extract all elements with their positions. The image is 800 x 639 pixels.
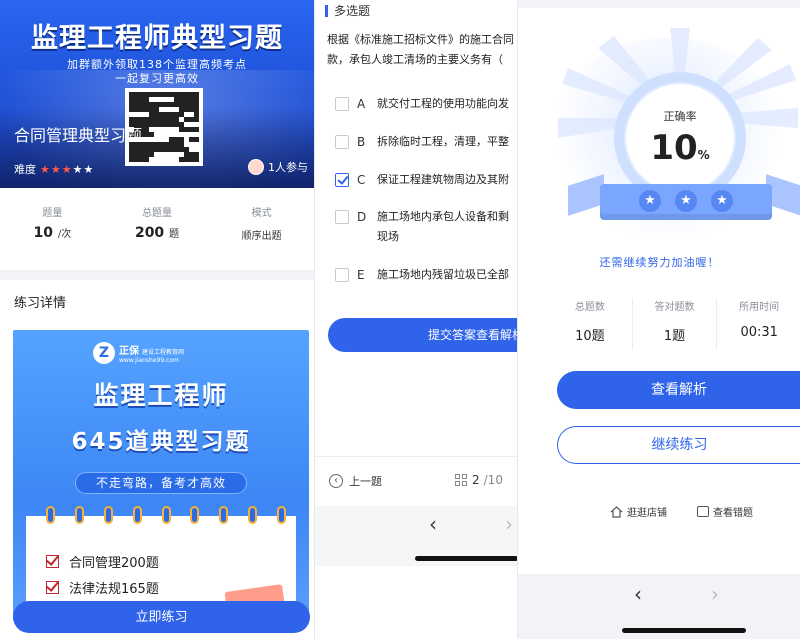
notepad-rings	[46, 506, 286, 524]
question-type-label: 多选题	[334, 4, 371, 18]
promo-poster: Z 正保 建设工程教育网 www.jianshe99.com 监理工程师 645…	[13, 330, 309, 620]
result-panel: 正确率 10% ★ ★ ★ 还需继续努力加油喔！ 总题数 10题 答对题数 1题	[517, 0, 800, 639]
stat-label: 模式	[251, 208, 272, 219]
difficulty: 难度 ★★★★★	[14, 161, 94, 177]
back-arrow-icon[interactable]: ‹	[634, 582, 642, 606]
question-index[interactable]: 2/10	[455, 473, 503, 487]
home-indicator	[415, 556, 517, 561]
section-title: 练习详情	[14, 296, 67, 311]
logo-subtitle: 建设工程教育网	[142, 349, 185, 356]
stat-time: 所用时间 00:31	[739, 302, 780, 340]
question-type: 多选题	[325, 2, 370, 19]
store-link[interactable]: 逛逛店铺	[610, 504, 667, 519]
accuracy-value: 10%	[650, 128, 710, 168]
star-icon: ★	[61, 162, 73, 176]
star-icon: ★	[83, 162, 95, 176]
forward-arrow-icon[interactable]: ›	[505, 512, 513, 536]
stat-value: 10 /次	[33, 225, 72, 241]
stat-value: 顺序出题	[241, 231, 282, 242]
accent-bar	[325, 4, 328, 17]
logo-icon: Z	[93, 342, 115, 364]
poster-title: 监理工程师	[93, 381, 229, 410]
forward-arrow-icon[interactable]: ›	[711, 582, 719, 606]
blank-area	[315, 566, 517, 639]
course-stats: 题量 10 /次 总题量 200 题 模式 顺序出题	[0, 188, 314, 270]
checkmark-icon	[46, 581, 59, 594]
checkbox-checked[interactable]	[335, 173, 349, 187]
stat-label: 总题量	[142, 208, 172, 219]
stat-correct: 答对题数 1题	[633, 298, 718, 350]
browser-toolbar: ‹ ›	[315, 506, 517, 566]
practice-detail: 练习详情 Z 正保 建设工程教育网 www.jianshe99.com 监理工程…	[0, 280, 314, 639]
result-stats: 总题数 10题 答对题数 1题 所用时间 00:31	[548, 298, 800, 350]
stat-mode: 模式 顺序出题	[209, 188, 314, 270]
result-card: 正确率 10% ★ ★ ★ 还需继续努力加油喔！ 总题数 10题 答对题数 1题	[518, 8, 800, 574]
stat-label: 题量	[42, 208, 63, 219]
participants: 1人参与	[248, 159, 308, 175]
option-b[interactable]: B 拆除临时工程，清理，平整	[335, 132, 517, 152]
stat-value: 200 题	[134, 225, 180, 241]
star-icon: ★	[40, 162, 51, 176]
ribbon: ★ ★ ★	[600, 184, 772, 220]
grid-icon	[455, 473, 468, 487]
question-panel: 多选题 根据《标准施工招标文件》的施工合同 款，承包人竣工清场的主要义务有（ A…	[314, 0, 517, 639]
wrong-questions-link[interactable]: 查看错题	[697, 504, 753, 519]
star-icon: ★	[711, 190, 733, 212]
back-arrow-icon[interactable]: ‹	[429, 512, 437, 536]
question-nav: ‹ 上一题 2/10	[315, 456, 517, 506]
option-e[interactable]: E 施工场地内残留垃圾已全部	[335, 265, 517, 285]
total-pages: /10	[483, 473, 503, 487]
poster-slogan: 不走弯路，备考才高效	[75, 472, 247, 494]
home-icon	[610, 505, 623, 518]
view-analysis-button[interactable]: 查看解析	[557, 371, 800, 409]
course-detail-panel: 监理工程师典型习题 加群额外领取138个监理高频考点 一起复习更高效 合同管理典…	[0, 0, 314, 639]
submit-answer-button[interactable]: 提交答案查看解析	[328, 318, 517, 352]
current-page: 2	[472, 473, 480, 487]
checkbox[interactable]	[335, 210, 349, 224]
participants-count: 1人参与	[268, 161, 308, 174]
result-links: 逛逛店铺 查看错题	[610, 504, 753, 519]
checkbox[interactable]	[335, 97, 349, 111]
avatar	[248, 159, 264, 175]
star-icon: ★	[675, 190, 697, 212]
document-icon	[697, 506, 709, 517]
star-icon: ★	[639, 190, 661, 212]
previous-question-button[interactable]: ‹ 上一题	[329, 473, 382, 489]
question-stem: 根据《标准施工招标文件》的施工合同 款，承包人竣工清场的主要义务有（	[327, 33, 514, 66]
home-indicator	[622, 628, 746, 633]
option-c[interactable]: C 保证工程建筑物周边及其附	[335, 170, 517, 190]
encouragement-text: 还需继续努力加油喔！	[599, 256, 720, 269]
start-practice-button[interactable]: 立即练习	[13, 601, 310, 633]
checkbox[interactable]	[335, 268, 349, 282]
banner-subtitle-2: 一起复习更高效	[115, 72, 199, 85]
option-a[interactable]: A 就交付工程的使用功能向发	[335, 94, 517, 114]
checkmark-icon	[46, 555, 59, 568]
star-icon: ★	[50, 162, 62, 176]
continue-practice-button[interactable]: 继续练习	[557, 426, 800, 464]
star-icon: ★	[72, 162, 84, 176]
option-d[interactable]: D 施工场地内承包人设备和剩 现场	[335, 207, 517, 247]
difficulty-stars: ★★★★★	[40, 163, 94, 176]
course-name: 合同管理典型习题	[14, 126, 143, 145]
logo-url: www.jianshe99.com	[119, 357, 179, 364]
logo-name: 正保	[119, 346, 139, 357]
stat-question-count: 题量 10 /次	[0, 188, 105, 270]
banner-title: 监理工程师典型习题	[31, 23, 283, 54]
browser-toolbar: ‹ ›	[518, 574, 800, 639]
checkbox[interactable]	[335, 135, 349, 149]
course-banner: 监理工程师典型习题 加群额外领取138个监理高频考点 一起复习更高效 合同管理典…	[0, 0, 314, 188]
poster-list-item: 法律法规165题	[46, 578, 159, 597]
chevron-left-icon: ‹	[329, 474, 343, 488]
accuracy-label: 正确率	[663, 110, 697, 123]
stat-total-questions: 总题量 200 题	[105, 188, 210, 270]
stat-total: 总题数 10题	[548, 298, 633, 350]
poster-subtitle: 645道典型习题	[71, 429, 251, 455]
brand-logo: Z 正保 建设工程教育网 www.jianshe99.com	[93, 342, 184, 364]
difficulty-label: 难度	[14, 163, 36, 176]
poster-list-item: 合同管理200题	[46, 552, 159, 571]
